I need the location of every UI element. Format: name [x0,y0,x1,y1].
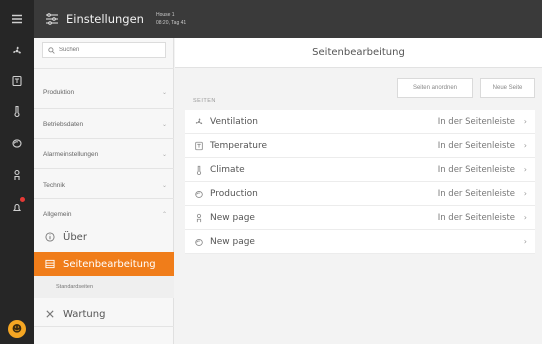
chevron-right-icon: › [523,117,527,126]
menu-icon[interactable] [0,4,34,34]
divider [34,326,174,327]
house-time: 08:20, Tag 41 [155,20,187,26]
category-allgemein[interactable]: Allgemein ⌃ [43,208,167,220]
avatar-icon[interactable]: ☻ [8,320,26,338]
climate-icon[interactable] [0,96,34,126]
chevron-down-icon: ⌄ [161,181,167,189]
production-icon[interactable] [0,128,34,158]
wrench-icon [44,309,55,320]
search-icon [48,46,55,54]
page-name: Ventilation [210,116,258,127]
page-name: Production [210,188,258,199]
sidebar-item-label: Über [63,231,87,243]
page-name: New page [210,236,255,247]
category-technik[interactable]: Technik ⌄ [43,179,167,191]
sidebar-subitem-standardseiten[interactable]: Standardseiten [34,276,174,298]
page-name: Temperature [210,140,268,151]
page-status: In der Seitenleiste [437,212,515,223]
chevron-up-icon: ⌃ [161,210,167,218]
list-item[interactable]: Production In der Seitenleiste › [185,182,535,206]
chevron-right-icon: › [523,165,527,174]
category-produktion[interactable]: Produktion ⌄ [43,86,167,98]
sidebar-subitem-label: Standardseiten [56,284,93,290]
chevron-down-icon: ⌄ [161,120,167,128]
chevron-right-icon: › [523,237,527,246]
category-alarmeinstellungen[interactable]: Alarmeinstellungen ⌄ [43,148,167,160]
temperature-icon [193,140,204,151]
settings-sidebar: Produktion ⌄ Betriebsdaten ⌄ Alarmeinste… [34,38,174,344]
divider [34,138,174,139]
chevron-down-icon: ⌄ [161,150,167,158]
settings-sliders-icon [46,13,58,25]
chevron-down-icon: ⌄ [161,88,167,96]
page-status: In der Seitenleiste [437,188,515,199]
category-label: Alarmeinstellungen [43,150,99,158]
chevron-right-icon: › [523,189,527,198]
alarm-badge [19,196,26,203]
page-status: In der Seitenleiste [437,116,515,127]
list-item[interactable]: Ventilation In der Seitenleiste › [185,110,535,134]
top-bar: Einstellungen House 1 08:20, Tag 41 [34,0,542,38]
page-status: In der Seitenleiste [437,164,515,175]
list-item[interactable]: Climate In der Seitenleiste › [185,158,535,182]
category-label: Allgemein [43,210,72,218]
page-list-icon [44,259,55,270]
person-icon [193,212,204,223]
production-icon [193,236,204,247]
list-item[interactable]: Temperature In der Seitenleiste › [185,134,535,158]
list-item[interactable]: New page In der Seitenleiste › [185,206,535,230]
category-label: Betriebsdaten [43,120,84,128]
page-list: Ventilation In der Seitenleiste › Temper… [185,110,535,254]
sidebar-item-ueber[interactable]: Über [34,225,174,249]
alarm-icon[interactable] [0,192,34,222]
page-status: In der Seitenleiste [437,140,515,151]
list-item[interactable]: New page › [185,230,535,254]
content-header: Seitenbearbeitung [175,38,542,68]
section-label: SEITEN [193,98,216,104]
search-box[interactable] [42,42,166,58]
arrange-pages-button[interactable]: Seiten anordnen [397,78,473,98]
ventilation-icon [193,116,204,127]
icon-rail: ☻ [0,0,34,344]
page-name: New page [210,212,255,223]
page-name: Climate [210,164,245,175]
ventilation-icon[interactable] [0,36,34,66]
sidebar-item-seitenbearbeitung[interactable]: Seitenbearbeitung [34,252,174,276]
chevron-right-icon: › [523,213,527,222]
house-name: House 1 [155,12,175,18]
temperature-icon[interactable] [0,66,34,96]
chevron-right-icon: › [523,141,527,150]
new-page-button[interactable]: Neue Seite [480,78,535,98]
search-input[interactable] [59,47,159,53]
info-icon [44,232,55,243]
production-icon [193,188,204,199]
sidebar-item-label: Seitenbearbeitung [63,258,156,270]
category-betriebsdaten[interactable]: Betriebsdaten ⌄ [43,118,167,130]
divider [34,168,174,169]
content-title: Seitenbearbeitung [312,47,405,58]
sidebar-item-wartung[interactable]: Wartung [34,302,174,326]
house-info: House 1 08:20, Tag 41 [156,11,186,27]
page-title: Einstellungen [66,12,144,26]
climate-icon [193,164,204,175]
sidebar-item-label: Wartung [63,308,106,320]
divider [34,108,174,109]
person-icon[interactable] [0,160,34,190]
category-label: Technik [43,181,66,189]
divider [34,198,174,199]
category-label: Produktion [43,88,75,96]
divider [34,68,174,69]
